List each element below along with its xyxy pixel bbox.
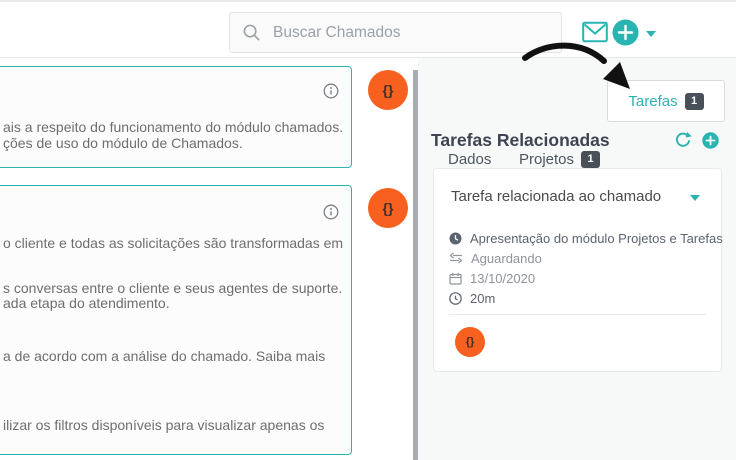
tab-count-badge: 1	[685, 93, 704, 110]
mail-icon[interactable]	[582, 21, 608, 48]
add-button[interactable]	[612, 19, 639, 51]
task-assignee-avatar: {}	[455, 327, 485, 357]
section-title: Tarefas Relacionadas	[431, 130, 610, 151]
tab-label: Projetos	[519, 151, 574, 168]
task-dropdown-toggle[interactable]: Tarefa relacionada ao chamado	[434, 169, 721, 217]
task-status-row: Aguardando	[449, 250, 542, 266]
caret-down-icon	[690, 195, 700, 201]
clock-filled-icon	[449, 232, 462, 245]
task-title: Tarefa relacionada ao chamado	[451, 188, 661, 205]
side-panel: Dados Projetos 1 Tarefas 1 Tarefas Relac…	[418, 58, 736, 460]
tab-count-badge: 1	[581, 151, 600, 168]
divider	[449, 314, 706, 315]
add-task-icon[interactable]	[702, 132, 719, 154]
info-icon[interactable]	[323, 83, 339, 104]
task-subject-row: Apresentação do módulo Projetos e Tarefa…	[449, 230, 723, 246]
refresh-icon[interactable]	[674, 131, 692, 154]
caret-down-icon[interactable]	[646, 31, 656, 37]
message-text: ais a respeito do funcionamento do módul…	[3, 119, 343, 135]
message-text: ada etapa do atendimento.	[3, 295, 170, 311]
info-icon[interactable]	[323, 204, 339, 225]
task-duration: 20m	[470, 291, 495, 306]
search-bar	[229, 12, 562, 53]
message-text: s conversas entre o cliente e seus agent…	[3, 280, 342, 296]
message-text: ilizar os filtros disponíveis para visua…	[3, 417, 324, 433]
task-card: Tarefa relacionada ao chamado Apresentaç…	[433, 168, 722, 372]
message-text: a de acordo com a análise do chamado. Sa…	[3, 348, 325, 364]
ticket-message-box-2: o cliente e todas as solicitações são tr…	[0, 185, 352, 455]
message-text: ções de uso do módulo de Chamados.	[3, 135, 243, 151]
avatar: {}	[368, 188, 408, 228]
task-duration-row: 20m	[449, 290, 495, 306]
task-status: Aguardando	[471, 251, 542, 266]
task-date: 13/10/2020	[470, 271, 535, 286]
message-text: o cliente e todas as solicitações são tr…	[3, 235, 343, 251]
avatar: {}	[368, 70, 408, 110]
calendar-icon	[449, 272, 462, 285]
search-icon	[242, 23, 261, 42]
ticket-message-box-1: ais a respeito do funcionamento do módul…	[0, 66, 352, 168]
task-date-row: 13/10/2020	[449, 270, 535, 286]
tab-tarefas[interactable]: Tarefas 1	[607, 80, 725, 122]
app: ais a respeito do funcionamento do módul…	[0, 0, 736, 460]
tab-label: Tarefas	[628, 93, 677, 110]
clock-outline-icon	[449, 292, 462, 305]
transfer-arrows-icon	[449, 252, 463, 264]
top-header	[0, 0, 736, 58]
tab-label: Dados	[448, 151, 491, 168]
search-input[interactable]	[271, 23, 549, 43]
task-subject: Apresentação do módulo Projetos e Tarefa…	[470, 231, 723, 246]
